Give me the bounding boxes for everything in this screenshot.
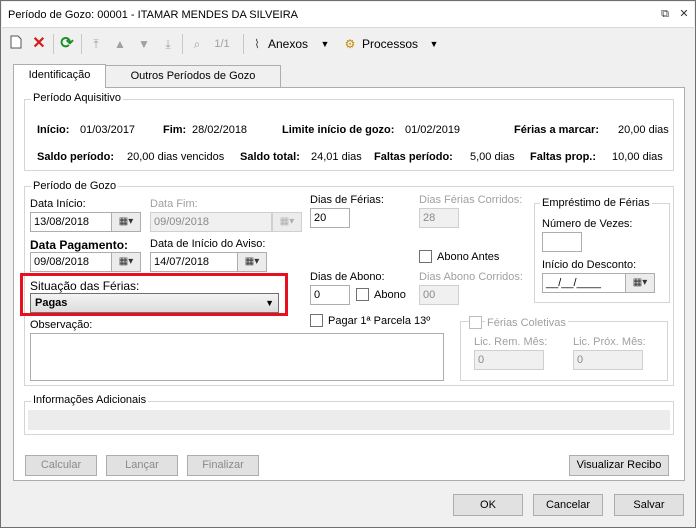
lic-rem-input: 0 [474,350,544,370]
observacao-textarea[interactable] [30,333,444,381]
dias-ferias-input[interactable]: 20 [310,208,350,228]
data-fim-input: 09/09/2018 [150,212,272,232]
calendar-icon: ▦▾ [272,212,302,232]
data-inicio-label: Data Início: [30,198,86,210]
fim-value: 28/02/2018 [192,124,248,136]
dias-abono-label: Dias de Abono: [310,271,385,283]
numero-vezes-input[interactable] [542,232,582,252]
saldo-periodo-label: Saldo período: [37,151,114,163]
toolbar-separator [81,34,82,54]
gear-icon: ⚙ [344,37,356,51]
faltas-prop-label: Faltas prop.: [530,151,597,163]
info-adicionais-title: Informações Adicionais [31,394,149,406]
saldo-total-label: Saldo total: [240,151,300,163]
inicio-desconto-input[interactable]: __/__/____ [542,273,626,293]
info-adicionais-area [28,410,670,430]
ferias-coletivas-label: Férias Coletivas [485,317,568,329]
abono-label: Abono [374,289,406,301]
data-fim-label: Data Fim: [150,198,198,210]
anexos-menu[interactable]: Anexos [268,35,318,53]
saldo-total-value: 24,01 dias [311,151,362,163]
dias-abono-input[interactable]: 0 [310,285,350,305]
lic-prox-label: Lic. Próx. Mês: [573,336,646,348]
calendar-icon[interactable]: ▦▾ [237,252,267,272]
data-aviso-label: Data de Início do Aviso: [150,238,266,250]
search-binoculars-icon[interactable]: ⌕ [188,35,206,53]
toolbar: ✕ ⟳ ⤒ ▲ ▼ ⤓ ⌕ 1/1 ⌇ Anexos ▼ ⚙ Processos… [2,29,694,59]
processos-menu[interactable]: Processos [362,35,424,53]
fim-label: Fim: [163,124,187,136]
lancar-button[interactable]: Lançar [106,455,178,476]
dias-corridos-input: 28 [419,208,459,228]
finalizar-button[interactable]: Finalizar [187,455,259,476]
previous-record-icon[interactable]: ▲ [112,35,128,53]
toolbar-separator [243,34,244,54]
window-title: Período de Gozo: 00001 - ITAMAR MENDES D… [8,9,298,21]
pagar-13-label: Pagar 1ª Parcela 13º [328,315,431,327]
situacao-select[interactable]: Pagas ▼ [30,293,279,313]
abono-antes-label: Abono Antes [437,251,500,263]
inicio-label: Início: [37,124,70,136]
tab-outros-periodos[interactable]: Outros Períodos de Gozo [105,65,281,87]
visualizar-recibo-button[interactable]: Visualizar Recibo [569,455,669,476]
close-icon[interactable]: ✕ [677,7,691,21]
inicio-desconto-label: Início do Desconto: [542,259,637,271]
tab-identificacao[interactable]: Identificação [13,64,106,88]
ferias-marcar-label: Férias a marcar: [514,124,599,136]
observacao-label: Observação: [30,319,93,331]
dias-ferias-label: Dias de Férias: [310,194,384,206]
abono-antes-checkbox[interactable] [419,250,432,263]
title-bar: Período de Gozo: 00001 - ITAMAR MENDES D… [2,2,694,28]
faltas-periodo-label: Faltas período: [374,151,453,163]
chevron-down-icon[interactable]: ▼ [320,35,330,53]
numero-vezes-label: Número de Vezes: [542,218,633,230]
calendar-icon[interactable]: ▦▾ [111,212,141,232]
dias-abono-corridos-label: Dias Abono Corridos: [419,271,523,283]
dialog-window: Período de Gozo: 00001 - ITAMAR MENDES D… [0,0,696,528]
data-pagamento-label: Data Pagamento: [30,238,129,252]
next-record-icon[interactable]: ▼ [136,35,152,53]
paperclip-icon: ⌇ [254,37,260,51]
tab-panel: Período Aquisitivo Início: 01/03/2017 Fi… [13,87,685,481]
ferias-marcar-value: 20,00 dias [618,124,669,136]
last-record-icon[interactable]: ⤓ [160,35,176,53]
page-counter: 1/1 [214,38,230,50]
lic-prox-input: 0 [573,350,643,370]
situacao-label: Situação das Férias: [30,279,140,293]
cancelar-button[interactable]: Cancelar [533,494,603,516]
calendar-icon[interactable]: ▦▾ [111,252,141,272]
periodo-gozo-title: Período de Gozo [31,180,119,192]
new-icon[interactable] [8,35,24,53]
faltas-periodo-value: 5,00 dias [470,151,515,163]
toolbar-separator [182,34,183,54]
restore-icon[interactable]: ⧉ [658,7,672,21]
calcular-button[interactable]: Calcular [25,455,97,476]
ferias-coletivas-checkbox[interactable] [469,316,482,329]
dias-abono-corridos-input: 00 [419,285,459,305]
delete-icon[interactable]: ✕ [30,35,48,53]
periodo-aquisitivo-title: Período Aquisitivo [31,92,124,104]
abono-checkbox[interactable] [356,288,369,301]
lic-rem-label: Lic. Rem. Mês: [474,336,548,348]
pagar-13-checkbox[interactable] [310,314,323,327]
refresh-icon[interactable]: ⟳ [58,35,76,53]
toolbar-separator [53,34,54,54]
limite-value: 01/02/2019 [405,124,461,136]
emprestimo-title: Empréstimo de Férias [540,197,652,209]
inicio-value: 01/03/2017 [80,124,136,136]
limite-label: Limite início de gozo: [282,124,395,136]
chevron-down-icon: ▼ [265,298,274,308]
dias-corridos-label: Dias Férias Corridos: [419,194,523,206]
ok-button[interactable]: OK [453,494,523,516]
salvar-button[interactable]: Salvar [614,494,684,516]
saldo-periodo-value: 20,00 dias vencidos [127,151,225,163]
calendar-icon[interactable]: ▦▾ [625,273,655,293]
faltas-prop-value: 10,00 dias [612,151,663,163]
situacao-value: Pagas [35,297,68,309]
data-pagamento-input[interactable]: 09/08/2018 [30,252,112,272]
first-record-icon[interactable]: ⤒ [88,35,104,53]
chevron-down-icon[interactable]: ▼ [429,35,439,53]
data-aviso-input[interactable]: 14/07/2018 [150,252,238,272]
data-inicio-input[interactable]: 13/08/2018 [30,212,112,232]
